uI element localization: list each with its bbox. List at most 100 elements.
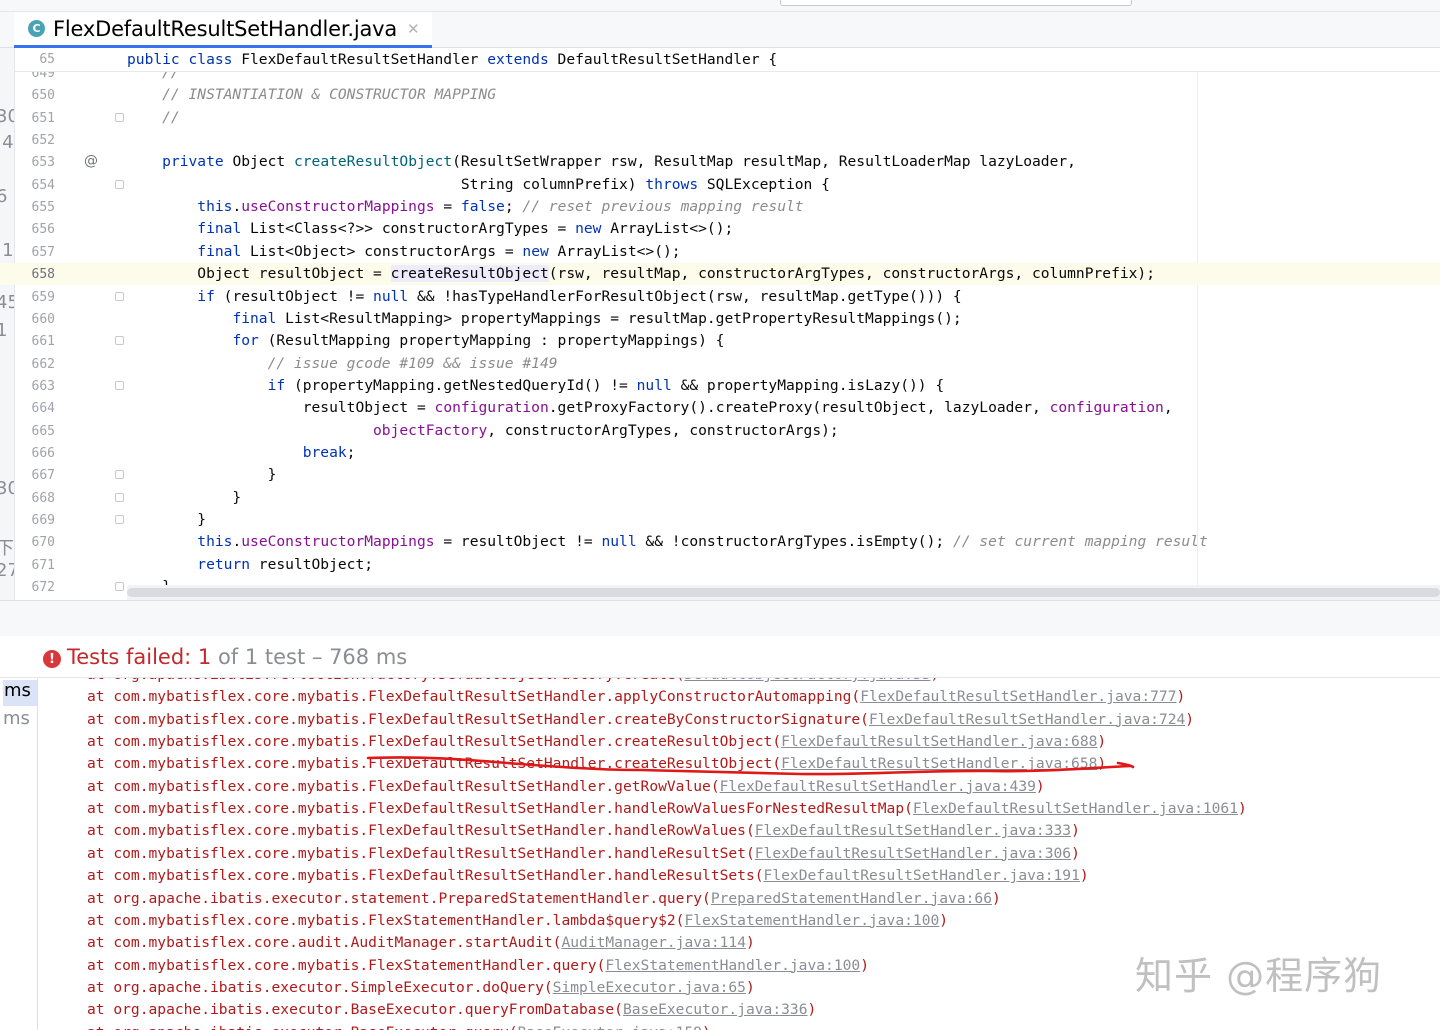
- line-number: 668: [31, 490, 55, 506]
- code-line[interactable]: 657 final List<Object> constructorArgs =…: [0, 241, 1440, 263]
- code-line[interactable]: 660 final List<ResultMapping> propertyMa…: [0, 308, 1440, 330]
- stack-frame-text: at org.apache.ibatis.executor.SimpleExec…: [87, 978, 553, 996]
- source-link[interactable]: FlexDefaultResultSetHandler.java:306: [755, 845, 1071, 862]
- stack-frame-text: at com.mybatisflex.core.mybatis.FlexDefa…: [87, 777, 720, 795]
- source-link[interactable]: SimpleExecutor.java:65: [553, 979, 746, 996]
- code-line[interactable]: 659 if (resultObject != null && !hasType…: [0, 286, 1440, 308]
- tab-flex-default-result-set-handler[interactable]: C FlexDefaultResultSetHandler.java ✕: [14, 12, 432, 48]
- toolbar-search-field[interactable]: [780, 0, 1132, 6]
- code-line[interactable]: 661 for (ResultMapping propertyMapping :…: [0, 330, 1440, 352]
- source-link[interactable]: FlexDefaultResultSetHandler.java:333: [755, 822, 1071, 839]
- code-text: break;: [302, 443, 356, 461]
- code-text: if (propertyMapping.getNestedQueryId() !…: [267, 376, 945, 394]
- stack-frame-text: at com.mybatisflex.core.mybatis.FlexDefa…: [87, 733, 782, 751]
- error-icon: !: [43, 650, 61, 668]
- code-text: }: [127, 511, 207, 528]
- tests-summary: of 1 test – 768 ms: [211, 645, 408, 669]
- tab-label: FlexDefaultResultSetHandler.java: [53, 16, 398, 41]
- override-icon[interactable]: @: [84, 153, 98, 169]
- fold-marker-icon[interactable]: [115, 582, 124, 592]
- code-line[interactable]: 651 //: [0, 107, 1440, 129]
- source-link[interactable]: BaseExecutor.java:336: [623, 1001, 808, 1018]
- code-line[interactable]: 662 // issue gcode #109 && issue #149: [0, 353, 1440, 375]
- line-number: 656: [31, 222, 55, 238]
- source-link[interactable]: FlexDefaultResultSetHandler.java:439: [720, 778, 1036, 795]
- stack-frame-close: ): [1176, 688, 1186, 706]
- code-text: // INSTANTIATION & CONSTRUCTOR MAPPING: [127, 86, 497, 104]
- close-icon[interactable]: ✕: [407, 20, 420, 38]
- source-link[interactable]: DefaultObjectFactory.java:53: [684, 678, 930, 683]
- code-line[interactable]: 669 }: [0, 509, 1440, 531]
- code-text: //: [127, 108, 180, 126]
- source-link[interactable]: FlexDefaultResultSetHandler.java:724: [869, 711, 1185, 728]
- source-link[interactable]: FlexStatementHandler.java:100: [605, 957, 860, 974]
- code-line[interactable]: 667 }: [0, 464, 1440, 486]
- code-line[interactable]: 670 this.useConstructorMappings = result…: [0, 531, 1440, 553]
- test-tree-item[interactable]: ms: [3, 708, 30, 729]
- fold-marker-icon[interactable]: [115, 112, 124, 122]
- code-line[interactable]: 655 this.useConstructorMappings = false;…: [0, 196, 1440, 218]
- scrollbar-thumb[interactable]: [127, 588, 1440, 597]
- line-number: 671: [31, 557, 55, 573]
- code-line[interactable]: 664 resultObject = configuration.getProx…: [0, 397, 1440, 419]
- stack-frame-close: ): [745, 934, 755, 952]
- source-link[interactable]: FlexDefaultResultSetHandler.java:658: [781, 755, 1097, 772]
- code-line[interactable]: 665 objectFactory, constructorArgTypes, …: [0, 420, 1440, 442]
- stack-trace-line: at com.mybatisflex.core.audit.AuditManag…: [87, 934, 755, 956]
- stack-frame-close: ): [1035, 777, 1045, 795]
- line-number: 654: [31, 177, 55, 193]
- stack-trace-line: at org.apache.ibatis.executor.SimpleExec…: [87, 979, 755, 1001]
- stack-trace-line: at org.apache.ibatis.reflection.factory.…: [87, 678, 939, 688]
- stack-trace-line: at org.apache.ibatis.executor.statement.…: [87, 890, 1001, 912]
- stack-trace-line: at com.mybatisflex.core.mybatis.FlexDefa…: [87, 733, 1106, 755]
- test-status-text: Tests failed: 1 of 1 test – 768 ms: [67, 645, 407, 669]
- fold-marker-icon[interactable]: [115, 291, 124, 301]
- stack-frame-close: ): [702, 1024, 711, 1030]
- fold-marker-icon[interactable]: [115, 492, 124, 502]
- code-text: final List<ResultMapping> propertyMappin…: [232, 309, 962, 327]
- source-link[interactable]: PreparedStatementHandler.java:66: [711, 890, 992, 907]
- code-line[interactable]: 671 return resultObject;: [0, 554, 1440, 576]
- test-tree-item-selected[interactable]: ms: [3, 680, 37, 706]
- source-link[interactable]: FlexDefaultResultSetHandler.java:777: [860, 688, 1176, 705]
- source-link[interactable]: BaseExecutor.java:159: [518, 1024, 703, 1030]
- code-line[interactable]: 666 break;: [0, 442, 1440, 464]
- code-text: private Object createResultObject(Result…: [162, 153, 1076, 171]
- fold-marker-icon[interactable]: [115, 515, 124, 524]
- code-line[interactable]: 663 if (propertyMapping.getNestedQueryId…: [0, 375, 1440, 397]
- fold-marker-icon[interactable]: [115, 470, 124, 480]
- stack-trace-line: at com.mybatisflex.core.mybatis.FlexStat…: [87, 912, 948, 934]
- line-number: 651: [31, 110, 55, 126]
- line-number: 662: [31, 356, 55, 372]
- source-link[interactable]: AuditManager.java:114: [561, 934, 746, 951]
- horizontal-scrollbar[interactable]: [127, 585, 1440, 600]
- source-link[interactable]: FlexDefaultResultSetHandler.java:688: [781, 733, 1097, 750]
- fold-marker-icon[interactable]: [115, 336, 124, 346]
- code-line[interactable]: 650 // INSTANTIATION & CONSTRUCTOR MAPPI…: [0, 84, 1440, 106]
- stack-trace-line: at com.mybatisflex.core.mybatis.FlexStat…: [87, 957, 869, 979]
- line-number: 653: [31, 155, 55, 171]
- stack-trace-line: at com.mybatisflex.core.mybatis.FlexDefa…: [87, 688, 1185, 710]
- line-number: 655: [31, 200, 55, 216]
- fold-marker-icon[interactable]: [115, 380, 124, 390]
- code-line[interactable]: 668 }: [0, 487, 1440, 509]
- code-line[interactable]: 654 String columnPrefix) throws SQLExcep…: [0, 174, 1440, 196]
- stack-trace-line: at com.mybatisflex.core.mybatis.FlexDefa…: [87, 778, 1045, 800]
- stack-trace-line: at com.mybatisflex.core.mybatis.FlexDefa…: [87, 800, 1247, 822]
- stack-frame-text: at com.mybatisflex.core.mybatis.FlexDefa…: [87, 822, 755, 840]
- line-number: 672: [31, 580, 55, 596]
- stack-frame-close: ): [1079, 867, 1089, 885]
- source-link[interactable]: FlexDefaultResultSetHandler.java:191: [764, 867, 1080, 884]
- code-line[interactable]: 656 final List<Class<?>> constructorArgT…: [0, 218, 1440, 240]
- fold-marker-icon[interactable]: [115, 179, 124, 189]
- stack-frame-close: ): [1071, 822, 1080, 840]
- stack-trace-line: at com.mybatisflex.core.mybatis.FlexDefa…: [87, 755, 1106, 777]
- source-link[interactable]: FlexStatementHandler.java:100: [684, 912, 939, 929]
- code-line[interactable]: 653 @ private Object createResultObject(R…: [0, 151, 1440, 173]
- line-number: 658: [31, 267, 55, 283]
- stack-trace-line: at com.mybatisflex.core.mybatis.FlexDefa…: [87, 822, 1080, 844]
- code-line[interactable]: 658 Object resultObject = createResultOb…: [0, 263, 1440, 286]
- sticky-class-header[interactable]: 65 public class FlexDefaultResultSetHand…: [15, 48, 1440, 72]
- code-line[interactable]: 652: [0, 129, 1440, 151]
- source-link[interactable]: FlexDefaultResultSetHandler.java:1061: [913, 800, 1238, 817]
